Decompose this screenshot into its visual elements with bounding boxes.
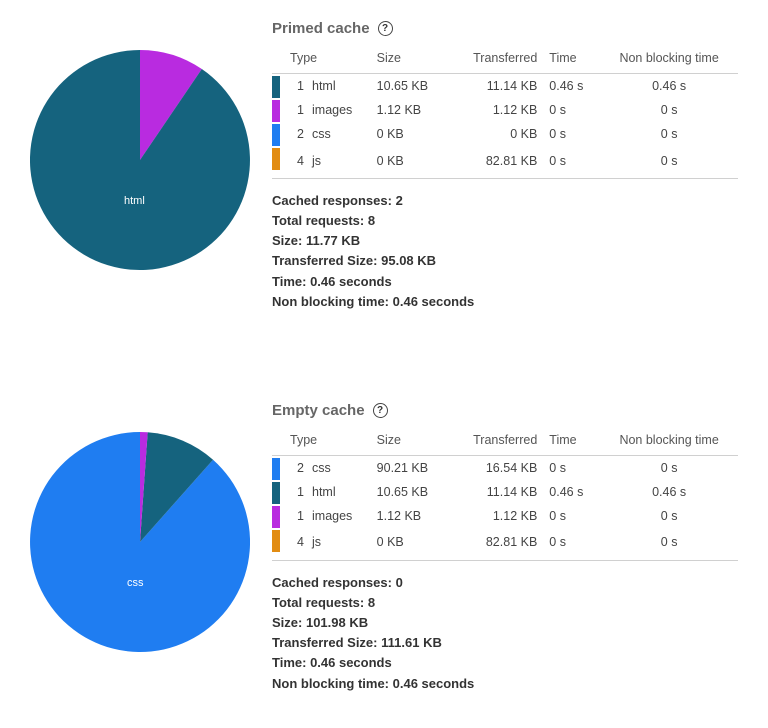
primed-title: Primed cache bbox=[272, 20, 370, 37]
cell-size: 0 KB bbox=[371, 146, 449, 179]
primed-pie-svg bbox=[30, 50, 250, 270]
cell-count: 2 bbox=[284, 122, 306, 146]
cell-transferred: 11.14 KB bbox=[449, 74, 543, 99]
table-row: 4js0 KB82.81 KB0 s0 s bbox=[272, 146, 738, 179]
empty-pie-chart: css bbox=[30, 432, 250, 652]
col-transferred: Transferred bbox=[449, 427, 543, 456]
col-time: Time bbox=[543, 427, 600, 456]
legend-swatch bbox=[272, 506, 280, 528]
empty-summary: Cached responses: 0 Total requests: 8 Si… bbox=[272, 573, 738, 694]
cell-nonblocking: 0 s bbox=[600, 122, 738, 146]
cell-time: 0 s bbox=[543, 98, 600, 122]
cell-size: 0 KB bbox=[371, 528, 449, 561]
primed-tbody: 1html10.65 KB11.14 KB0.46 s0.46 s1images… bbox=[272, 74, 738, 179]
cell-transferred: 16.54 KB bbox=[449, 455, 543, 480]
primed-summary: Cached responses: 2 Total requests: 8 Si… bbox=[272, 191, 738, 312]
primed-right-panel: Primed cache ? Type Size Transferred Tim… bbox=[272, 20, 738, 312]
col-type: Type bbox=[284, 45, 371, 74]
table-row: 4js0 KB82.81 KB0 s0 s bbox=[272, 528, 738, 561]
col-type: Type bbox=[284, 427, 371, 456]
legend-swatch bbox=[272, 76, 280, 98]
cell-time: 0 s bbox=[543, 146, 600, 179]
help-icon[interactable]: ? bbox=[378, 21, 393, 36]
cell-size: 1.12 KB bbox=[371, 98, 449, 122]
cell-type: html bbox=[306, 480, 371, 504]
legend-swatch bbox=[272, 530, 280, 552]
col-transferred: Transferred bbox=[449, 45, 543, 74]
col-size: Size bbox=[371, 45, 449, 74]
cell-transferred: 82.81 KB bbox=[449, 528, 543, 561]
help-icon[interactable]: ? bbox=[373, 403, 388, 418]
table-row: 1images1.12 KB1.12 KB0 s0 s bbox=[272, 504, 738, 528]
cell-nonblocking: 0 s bbox=[600, 504, 738, 528]
cell-count: 2 bbox=[284, 455, 306, 480]
cell-type: css bbox=[306, 122, 371, 146]
col-nonblocking: Non blocking time bbox=[600, 45, 738, 74]
cell-count: 1 bbox=[284, 504, 306, 528]
cell-size: 10.65 KB bbox=[371, 74, 449, 99]
cell-transferred: 0 KB bbox=[449, 122, 543, 146]
cell-time: 0 s bbox=[543, 122, 600, 146]
table-row: 2css90.21 KB16.54 KB0 s0 s bbox=[272, 455, 738, 480]
cell-type: js bbox=[306, 146, 371, 179]
cell-type: images bbox=[306, 504, 371, 528]
cell-nonblocking: 0 s bbox=[600, 98, 738, 122]
cell-size: 1.12 KB bbox=[371, 504, 449, 528]
table-row: 2css0 KB0 KB0 s0 s bbox=[272, 122, 738, 146]
cell-time: 0.46 s bbox=[543, 74, 600, 99]
cell-type: html bbox=[306, 74, 371, 99]
col-size: Size bbox=[371, 427, 449, 456]
cell-nonblocking: 0 s bbox=[600, 455, 738, 480]
cell-count: 1 bbox=[284, 98, 306, 122]
col-nonblocking: Non blocking time bbox=[600, 427, 738, 456]
legend-swatch bbox=[272, 100, 280, 122]
cell-time: 0 s bbox=[543, 455, 600, 480]
empty-section: css Empty cache ? Type Size Transferred … bbox=[30, 402, 738, 694]
cell-count: 1 bbox=[284, 74, 306, 99]
primed-section: html Primed cache ? Type Size Transferre… bbox=[30, 20, 738, 312]
cell-nonblocking: 0 s bbox=[600, 528, 738, 561]
cell-size: 0 KB bbox=[371, 122, 449, 146]
empty-table: Type Size Transferred Time Non blocking … bbox=[272, 427, 738, 561]
cell-count: 4 bbox=[284, 146, 306, 179]
table-row: 1html10.65 KB11.14 KB0.46 s0.46 s bbox=[272, 480, 738, 504]
primed-slice-html bbox=[30, 50, 250, 270]
empty-pie-svg bbox=[30, 432, 250, 652]
cell-transferred: 11.14 KB bbox=[449, 480, 543, 504]
cell-time: 0 s bbox=[543, 504, 600, 528]
cell-transferred: 1.12 KB bbox=[449, 98, 543, 122]
cell-count: 1 bbox=[284, 480, 306, 504]
legend-swatch bbox=[272, 458, 280, 480]
table-row: 1images1.12 KB1.12 KB0 s0 s bbox=[272, 98, 738, 122]
cell-count: 4 bbox=[284, 528, 306, 561]
empty-right-panel: Empty cache ? Type Size Transferred Time… bbox=[272, 402, 738, 694]
empty-tbody: 2css90.21 KB16.54 KB0 s0 s1html10.65 KB1… bbox=[272, 455, 738, 560]
cell-nonblocking: 0.46 s bbox=[600, 480, 738, 504]
cell-time: 0 s bbox=[543, 528, 600, 561]
cell-type: js bbox=[306, 528, 371, 561]
legend-swatch bbox=[272, 148, 280, 170]
table-row: 1html10.65 KB11.14 KB0.46 s0.46 s bbox=[272, 74, 738, 99]
empty-title: Empty cache bbox=[272, 402, 365, 419]
cell-nonblocking: 0 s bbox=[600, 146, 738, 179]
cell-size: 90.21 KB bbox=[371, 455, 449, 480]
col-time: Time bbox=[543, 45, 600, 74]
cell-type: css bbox=[306, 455, 371, 480]
cell-time: 0.46 s bbox=[543, 480, 600, 504]
cell-type: images bbox=[306, 98, 371, 122]
primed-pie-chart: html bbox=[30, 50, 250, 270]
cell-size: 10.65 KB bbox=[371, 480, 449, 504]
primed-table: Type Size Transferred Time Non blocking … bbox=[272, 45, 738, 179]
legend-swatch bbox=[272, 482, 280, 504]
legend-swatch bbox=[272, 124, 280, 146]
cell-transferred: 82.81 KB bbox=[449, 146, 543, 179]
cell-transferred: 1.12 KB bbox=[449, 504, 543, 528]
cell-nonblocking: 0.46 s bbox=[600, 74, 738, 99]
